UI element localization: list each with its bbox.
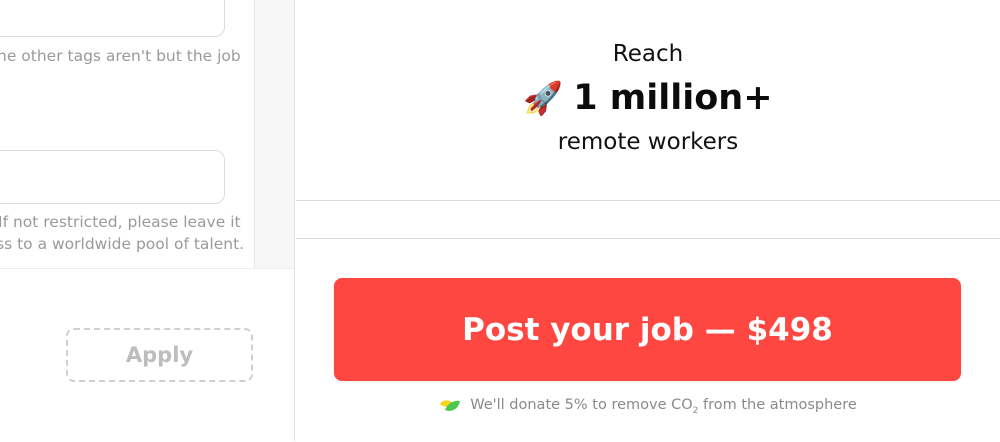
donation-note: We'll donate 5% to remove CO2 from the a… [296, 397, 1000, 416]
section-divider-bottom [296, 238, 1000, 239]
location-helper-line-2: ss to a worldwide pool of talent. [0, 235, 245, 253]
form-card: he other tags aren't but the job If not … [0, 0, 255, 268]
reach-section: Reach 🚀 1 million+ remote workers [296, 0, 1000, 200]
post-job-button[interactable]: Post your job — $498 [334, 278, 961, 381]
reach-count-value: 1 million+ [573, 78, 773, 118]
tags-input[interactable] [0, 0, 225, 37]
reach-count: 🚀 1 million+ [296, 78, 1000, 118]
reach-label: Reach [612, 41, 684, 67]
section-gap [296, 201, 1000, 238]
location-helper-line-1: If not restricted, please leave it [0, 213, 241, 231]
donation-text: We'll donate 5% to remove CO2 from the a… [470, 397, 857, 416]
job-form-panel: he other tags aren't but the job If not … [0, 0, 295, 442]
rocket-icon: 🚀 [523, 79, 564, 117]
apply-button[interactable]: Apply [66, 328, 253, 382]
tags-helper-text: he other tags aren't but the job [0, 47, 241, 65]
location-restriction-input[interactable] [0, 150, 225, 204]
reach-subtitle: remote workers [557, 129, 739, 155]
leaf-icon [440, 400, 461, 412]
panel-divider [294, 0, 295, 441]
